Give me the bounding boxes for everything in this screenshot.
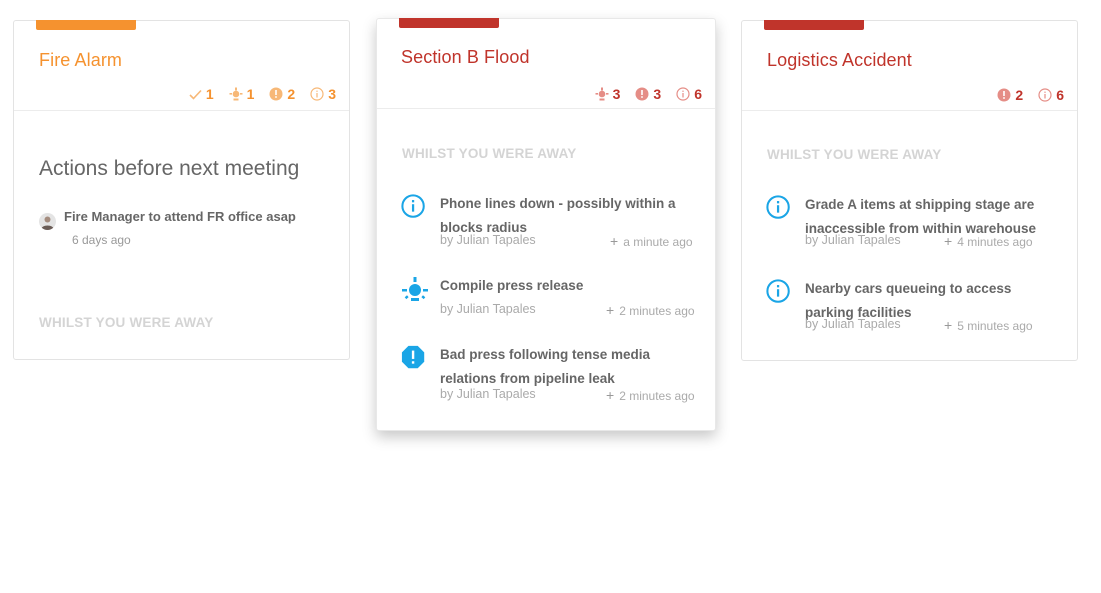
feed-item-time-text: 2 minutes ago (619, 389, 695, 403)
issue-count-value: 2 (287, 86, 296, 102)
alert-icon (269, 87, 283, 101)
feed-item-time: +2 minutes ago (606, 387, 695, 403)
plus-icon: + (944, 317, 953, 333)
card-title[interactable]: Logistics Accident (767, 50, 912, 71)
feed-item-time-text: a minute ago (623, 235, 693, 249)
feed-item-time: + a minute ago (610, 233, 693, 249)
info-icon (310, 87, 324, 101)
plus-icon: + (944, 233, 953, 249)
issue-count: 2 (269, 86, 295, 102)
issue-count: 3 (635, 86, 661, 102)
feed-item-time-text: 2 minutes ago (619, 304, 695, 318)
info-count: 3 (310, 86, 336, 102)
feed-item-time: +5 minutes ago (944, 317, 1033, 333)
user-avatar-icon (41, 216, 54, 230)
idea-count-value: 1 (246, 86, 255, 102)
feed-item-text[interactable]: Compile press release (440, 274, 695, 298)
feed-item-time: +2 minutes ago (606, 302, 695, 318)
card-header: Logistics Accident 2 6 (742, 21, 1077, 111)
idea-count: 1 (229, 86, 255, 102)
incident-card-section-b-flood[interactable]: Section B Flood 3 3 6 WHILST YOU WERE AW… (376, 18, 716, 431)
plus-icon: + (610, 233, 619, 249)
info-icon (401, 194, 425, 218)
card-title[interactable]: Fire Alarm (39, 50, 122, 71)
card-counts: 3 3 6 (580, 86, 702, 102)
info-count: 6 (676, 86, 702, 102)
feed-item-author: by Julian Tapales (805, 233, 901, 247)
feed-item-time-text: 5 minutes ago (957, 319, 1033, 333)
incident-card-logistics-accident[interactable]: Logistics Accident 2 6 WHILST YOU WERE A… (741, 20, 1078, 361)
feed-item-text[interactable]: Bad press following tense media relation… (440, 343, 695, 391)
issue-count-value: 3 (653, 86, 662, 102)
avatar (39, 213, 56, 230)
idea-count-value: 3 (612, 86, 621, 102)
plus-icon: + (606, 302, 615, 318)
info-icon (766, 195, 790, 219)
actions-heading: Actions before next meeting (39, 157, 300, 180)
action-count: 1 (189, 86, 214, 102)
card-header: Fire Alarm 1 1 2 3 (14, 21, 349, 111)
whilst-away-heading: WHILST YOU WERE AWAY (402, 146, 577, 161)
plus-icon: + (606, 387, 615, 403)
feed-item-author: by Julian Tapales (440, 302, 536, 316)
alert-icon (401, 345, 425, 369)
whilst-away-heading: WHILST YOU WERE AWAY (39, 315, 214, 330)
feed-item-author: by Julian Tapales (440, 387, 536, 401)
info-icon (676, 87, 690, 101)
card-title[interactable]: Section B Flood (401, 47, 530, 68)
info-count-value: 3 (328, 86, 336, 102)
lightbulb-icon (402, 277, 428, 301)
whilst-away-heading: WHILST YOU WERE AWAY (767, 147, 942, 162)
card-counts: 1 1 2 3 (174, 86, 336, 102)
feed-item-author: by Julian Tapales (805, 317, 901, 331)
alert-icon (997, 88, 1011, 102)
card-counts: 2 6 (982, 87, 1064, 103)
action-count-value: 1 (205, 86, 214, 102)
info-count: 6 (1038, 87, 1064, 103)
action-text[interactable]: Fire Manager to attend FR office asap (64, 209, 296, 224)
alert-icon (635, 87, 649, 101)
info-count-value: 6 (694, 86, 702, 102)
check-icon (189, 89, 202, 100)
feed-item-time-text: 4 minutes ago (957, 235, 1033, 249)
issue-count-value: 2 (1015, 87, 1024, 103)
card-header: Section B Flood 3 3 6 (377, 19, 715, 109)
issue-count: 2 (997, 87, 1023, 103)
info-icon (1038, 88, 1052, 102)
feed-item-author: by Julian Tapales (440, 233, 536, 247)
lightbulb-icon (229, 87, 243, 101)
idea-count: 3 (595, 86, 621, 102)
info-icon (766, 279, 790, 303)
info-count-value: 6 (1056, 87, 1064, 103)
incident-card-fire-alarm[interactable]: Fire Alarm 1 1 2 3 Actions before next m… (13, 20, 350, 360)
action-time: 6 days ago (72, 233, 131, 247)
lightbulb-icon (595, 87, 609, 101)
feed-item-time: +4 minutes ago (944, 233, 1033, 249)
